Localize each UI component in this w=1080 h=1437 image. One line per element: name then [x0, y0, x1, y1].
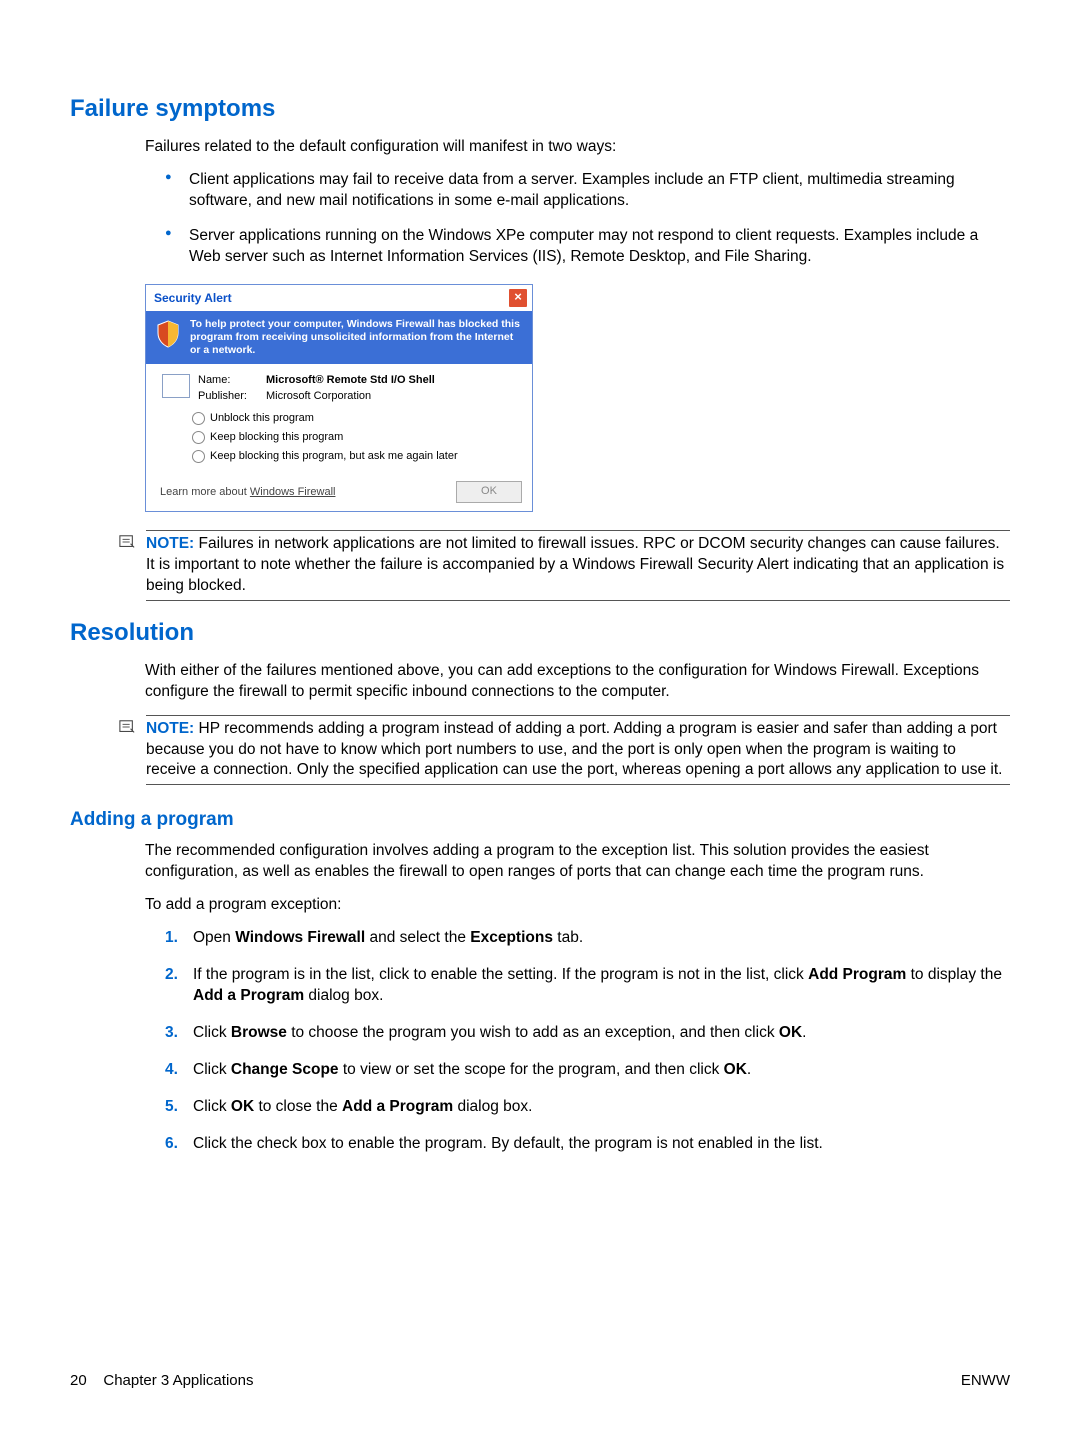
heading-failure-symptoms: Failure symptoms	[70, 95, 1010, 123]
note-label: NOTE:	[146, 720, 194, 737]
note-body: NOTE: HP recommends adding a program ins…	[146, 715, 1010, 786]
radio-ask-later[interactable]: Keep blocking this program, but ask me a…	[192, 450, 520, 463]
note-block-2: NOTE: HP recommends adding a program ins…	[118, 715, 1010, 786]
dialog-footer: Learn more about Windows Firewall OK	[146, 477, 532, 511]
name-label: Name:	[198, 374, 266, 386]
radio-unblock[interactable]: Unblock this program	[192, 412, 520, 425]
publisher-label: Publisher:	[198, 390, 266, 402]
radio-icon	[192, 412, 205, 425]
heading-resolution: Resolution	[70, 619, 1010, 647]
dialog-titlebar: Security Alert ×	[146, 285, 532, 311]
adding-intro: The recommended configuration involves a…	[145, 841, 1010, 883]
footer-left: 20 Chapter 3 Applications	[70, 1372, 253, 1389]
security-alert-dialog: Security Alert × To help protect your co…	[145, 284, 533, 512]
radio-label: Keep blocking this program	[210, 431, 343, 443]
intro-text: Failures related to the default configur…	[145, 137, 1010, 158]
shield-icon	[156, 320, 180, 348]
page-footer: 20 Chapter 3 Applications ENWW	[70, 1372, 1010, 1389]
ok-button[interactable]: OK	[456, 481, 522, 503]
radio-group: Unblock this program Keep blocking this …	[192, 412, 520, 463]
note-icon	[118, 719, 136, 735]
step-item: Open Windows Firewall and select the Exc…	[165, 928, 1010, 949]
note-text: Failures in network applications are not…	[146, 535, 1004, 594]
document-page: Failure symptoms Failures related to the…	[0, 0, 1080, 1437]
dialog-content: Name: Microsoft® Remote Std I/O Shell Pu…	[146, 364, 532, 477]
bullet-item: Server applications running on the Windo…	[165, 226, 1010, 268]
adding-lead: To add a program exception:	[145, 895, 1010, 916]
close-icon[interactable]: ×	[508, 288, 528, 308]
heading-adding-program: Adding a program	[70, 809, 1010, 831]
note-label: NOTE:	[146, 535, 194, 552]
step-item: If the program is in the list, click to …	[165, 965, 1010, 1007]
resolution-intro: With either of the failures mentioned ab…	[145, 661, 1010, 703]
note-icon	[118, 534, 136, 550]
learn-more-link[interactable]: Learn more about Windows Firewall	[160, 486, 335, 498]
name-value: Microsoft® Remote Std I/O Shell	[266, 374, 435, 386]
chapter-label: Chapter 3 Applications	[103, 1372, 253, 1389]
footer-right: ENWW	[961, 1372, 1010, 1389]
steps-list: Open Windows Firewall and select the Exc…	[165, 928, 1010, 1154]
step-item: Click Browse to choose the program you w…	[165, 1023, 1010, 1044]
dialog-banner-text: To help protect your computer, Windows F…	[190, 318, 522, 357]
page-number: 20	[70, 1372, 87, 1389]
dialog-banner: To help protect your computer, Windows F…	[146, 311, 532, 364]
step-item: Click Change Scope to view or set the sc…	[165, 1060, 1010, 1081]
note-text: HP recommends adding a program instead o…	[146, 720, 1002, 779]
note-block-1: NOTE: Failures in network applications a…	[118, 530, 1010, 601]
program-icon	[162, 374, 190, 398]
radio-icon	[192, 431, 205, 444]
failure-bullets: Client applications may fail to receive …	[165, 170, 1010, 268]
step-item: Click the check box to enable the progra…	[165, 1134, 1010, 1155]
radio-keep-blocking[interactable]: Keep blocking this program	[192, 431, 520, 444]
learn-link-text: Windows Firewall	[250, 486, 336, 498]
dialog-title: Security Alert	[154, 291, 232, 305]
publisher-value: Microsoft Corporation	[266, 390, 371, 402]
learn-prefix: Learn more about	[160, 486, 250, 498]
step-item: Click OK to close the Add a Program dial…	[165, 1097, 1010, 1118]
radio-label: Keep blocking this program, but ask me a…	[210, 450, 458, 462]
bullet-item: Client applications may fail to receive …	[165, 170, 1010, 212]
note-body: NOTE: Failures in network applications a…	[146, 530, 1010, 601]
radio-icon	[192, 450, 205, 463]
radio-label: Unblock this program	[210, 412, 314, 424]
